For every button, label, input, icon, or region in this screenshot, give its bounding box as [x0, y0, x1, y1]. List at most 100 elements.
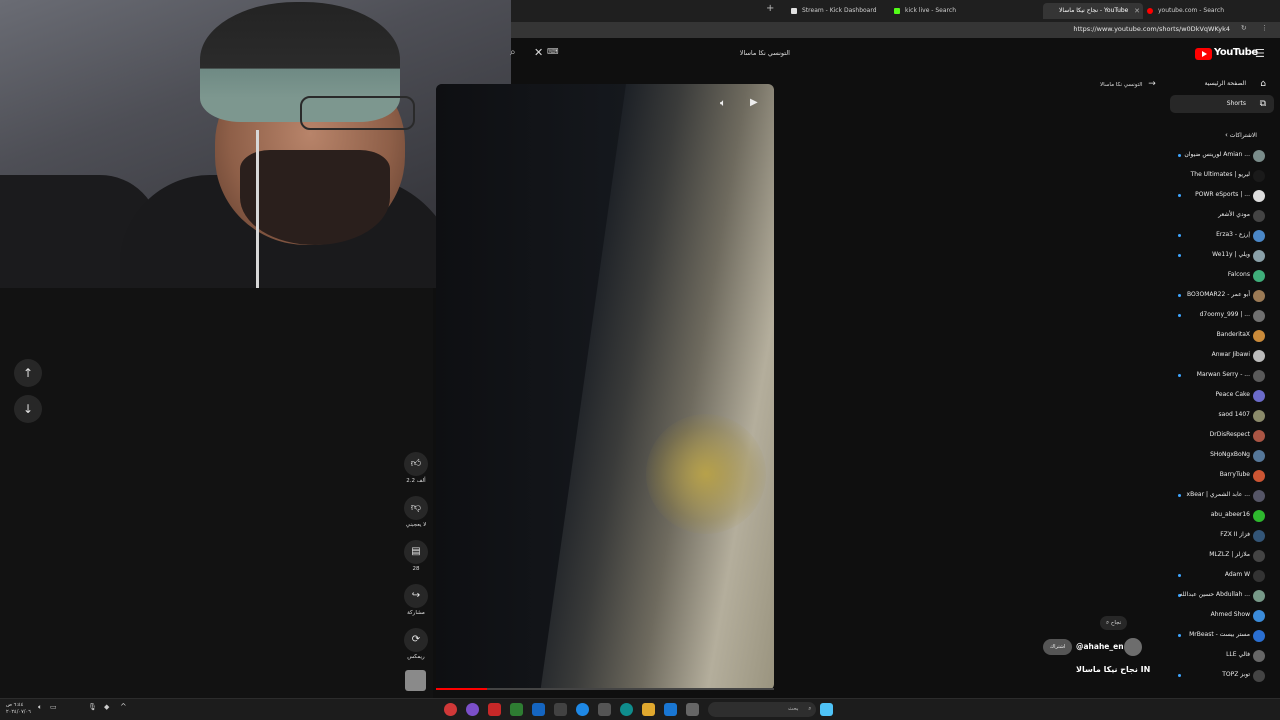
keyboard-icon[interactable]: ⌨ — [547, 47, 559, 56]
shield-taskbar-icon[interactable] — [532, 703, 545, 716]
subscription-name: لورينس ضيوان Amian ... — [1184, 151, 1250, 158]
subscription-item[interactable]: Marwan Serry - ... — [1170, 368, 1274, 384]
store-taskbar-icon[interactable] — [598, 703, 611, 716]
previous-short-button[interactable]: ↑ — [14, 359, 42, 387]
address-bar[interactable]: https://www.youtube.com/shorts/w0DkVqWKy… — [511, 22, 1280, 38]
channel-avatar — [1253, 370, 1265, 382]
search-tag-chip[interactable]: ⌕ نجاح — [1100, 616, 1128, 630]
subscription-item[interactable]: Peace Cake — [1170, 388, 1274, 404]
obs-taskbar-icon[interactable] — [466, 703, 479, 716]
search-icon[interactable]: ⌕ — [510, 47, 516, 58]
sidebar-item-shorts[interactable]: Shorts ⧉ — [1170, 95, 1274, 113]
subscription-name: FZX II فزاز — [1220, 531, 1250, 538]
subscription-name: MLZLZ | ملازلز — [1209, 551, 1250, 558]
subscription-item[interactable]: BarryTube — [1170, 468, 1274, 484]
subscription-item[interactable]: saod 1407 — [1170, 408, 1274, 424]
subscription-item[interactable]: d7oomy_999 | ... — [1170, 308, 1274, 324]
new-content-dot — [1178, 674, 1181, 677]
subscription-item[interactable]: مودي الأشعر — [1170, 208, 1274, 224]
subscription-item[interactable]: FZX II فزاز — [1170, 528, 1274, 544]
app-taskbar-icon[interactable] — [554, 703, 567, 716]
wps-taskbar-icon[interactable] — [488, 703, 501, 716]
widgets-taskbar-icon[interactable] — [820, 703, 833, 716]
subscription-item[interactable]: The Ultimates | ليريو — [1170, 168, 1274, 184]
subscription-item[interactable]: BanderitaX — [1170, 328, 1274, 344]
taskbar-search-box[interactable]: بحث ⌕ — [708, 702, 816, 717]
reload-icon[interactable]: ↻ ⋮ — [1241, 24, 1274, 32]
tab-youtube-search[interactable]: youtube.com - Search — [1142, 3, 1252, 19]
short-video-player[interactable] — [436, 84, 774, 690]
new-content-dot — [1178, 494, 1181, 497]
subscription-item[interactable]: لورينس ضيوان Amian ... — [1170, 148, 1274, 164]
channel-avatar — [1253, 190, 1265, 202]
subscription-item[interactable]: xBear | عابد الشمري ... — [1170, 488, 1274, 504]
subscription-item[interactable]: We11y | ويلي — [1170, 248, 1274, 264]
browser-tab-bar: Stream - Kick Dashboard kick live - Sear… — [511, 0, 1280, 22]
channel-avatar — [1253, 430, 1265, 442]
sidebar-item-home[interactable]: الصفحة الرئيسية ⌂ — [1170, 75, 1274, 93]
subscription-item[interactable]: POWR eSports | ... — [1170, 188, 1274, 204]
share-button[interactable]: ↪ مشاركة — [403, 584, 429, 616]
subscription-item[interactable]: LLE فالي — [1170, 648, 1274, 664]
subscribe-button[interactable]: اشتراك — [1043, 639, 1073, 655]
channel-handle[interactable]: @ahahe_en — [1076, 642, 1124, 651]
tab-youtube-short[interactable]: ✕ نجاح نيكا ماسالا - YouTube — [1043, 3, 1143, 19]
dislike-button[interactable]: 👎︎ لا يعجبني — [403, 496, 429, 528]
microphone-icon[interactable]: 🎙︎ — [88, 703, 97, 711]
clear-search-icon[interactable]: ✕ — [534, 46, 543, 59]
task-view-taskbar-icon[interactable] — [686, 703, 699, 716]
play-icon[interactable]: ▶ — [750, 97, 758, 108]
tray-overflow-icon[interactable]: ^ — [120, 702, 127, 711]
search-input[interactable]: التونسي نكا ماسالا — [690, 49, 790, 57]
taskbar-clock[interactable]: ٦:٤٤ ص ٢٠٢٤/٠٧/٠٦ — [6, 702, 31, 716]
home-icon: ⌂ — [1260, 79, 1266, 89]
tab-favicon-icon — [1147, 8, 1153, 14]
left-pane — [0, 288, 433, 698]
volume-icon[interactable]: 🔈︎ — [720, 98, 726, 109]
remix-button[interactable]: ⟳ ريمكس — [403, 628, 429, 660]
comment-icon: ▤ — [404, 540, 428, 564]
subscription-item[interactable]: Falcons — [1170, 268, 1274, 284]
hamburger-menu-icon[interactable]: ☰ — [1255, 47, 1265, 60]
comments-button[interactable]: ▤ 28 — [403, 540, 429, 572]
subscription-item[interactable]: حسين عبدالله Abdullah ... — [1170, 588, 1274, 604]
subscription-item[interactable]: MrBeast - مستر بيست — [1170, 628, 1274, 644]
next-short-button[interactable]: ↓ — [14, 395, 42, 423]
url-text[interactable]: https://www.youtube.com/shorts/w0DkVqWKy… — [1073, 25, 1230, 33]
file-explorer-taskbar-icon[interactable] — [642, 703, 655, 716]
subscriptions-heading[interactable]: ‹ الاشتراكات — [1225, 131, 1257, 139]
network-icon[interactable]: ◆ — [104, 703, 109, 711]
telegram-taskbar-icon[interactable] — [576, 703, 589, 716]
edge-taskbar-icon[interactable] — [620, 703, 633, 716]
chrome-taskbar-icon[interactable] — [444, 703, 457, 716]
channel-avatar — [1253, 290, 1265, 302]
back-to-search-link[interactable]: التونسي نكا ماسالا → — [1100, 79, 1156, 89]
subscription-item[interactable]: BO3OMAR22 - أبو عمر — [1170, 288, 1274, 304]
xbox-taskbar-icon[interactable] — [510, 703, 523, 716]
channel-avatar[interactable] — [1124, 638, 1142, 656]
subscription-item[interactable]: Erza3 - إرزع — [1170, 228, 1274, 244]
subscription-item[interactable]: Adam W — [1170, 568, 1274, 584]
speaker-icon[interactable]: 🔈︎ — [38, 703, 42, 712]
subscription-item[interactable]: Anwar Jibawi — [1170, 348, 1274, 364]
subscription-name: Ahmed Show — [1210, 611, 1250, 618]
chrome-blue-taskbar-icon[interactable] — [664, 703, 677, 716]
notification-icon[interactable]: ▭ — [50, 703, 57, 711]
sound-thumbnail[interactable] — [405, 670, 426, 691]
tab-kick-dashboard[interactable]: Stream - Kick Dashboard — [786, 3, 896, 19]
shorts-icon: ⧉ — [1259, 99, 1266, 109]
subscription-item[interactable]: DrDisRespect — [1170, 428, 1274, 444]
subscription-name: abu_abeer16 — [1210, 511, 1250, 518]
subscription-item[interactable]: Ahmed Show — [1170, 608, 1274, 624]
subscription-item[interactable]: SHoNgxBoNg — [1170, 448, 1274, 464]
close-tab-icon[interactable]: ✕ — [1134, 3, 1140, 19]
tab-favicon-icon — [791, 8, 797, 14]
subscription-item[interactable]: abu_abeer16 — [1170, 508, 1274, 524]
like-button[interactable]: 👍︎ 2.2 ألف — [403, 452, 429, 484]
subscription-item[interactable]: MLZLZ | ملازلز — [1170, 548, 1274, 564]
new-tab-icon[interactable]: + — [766, 3, 774, 14]
tab-kick-search[interactable]: kick live - Search — [889, 3, 999, 19]
subscription-item[interactable]: TOPZ توبز — [1170, 668, 1274, 684]
channel-avatar — [1253, 510, 1265, 522]
new-content-dot — [1178, 374, 1181, 377]
